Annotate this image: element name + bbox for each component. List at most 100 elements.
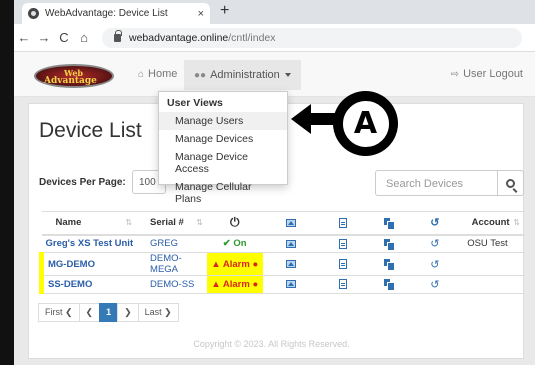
- col-header-history: ↺: [412, 211, 458, 236]
- document-icon: [338, 217, 347, 228]
- nav-admin-label: Administration: [210, 69, 280, 81]
- browser-tab[interactable]: WebAdvantage: Device List ×: [22, 3, 210, 24]
- pager-last-button[interactable]: Last ❯: [137, 303, 179, 322]
- history-icon: ↺: [430, 258, 440, 271]
- col-header-document: [320, 211, 366, 236]
- search-icon: [506, 178, 515, 188]
- document-icon: [338, 258, 347, 269]
- search-button[interactable]: [497, 170, 524, 196]
- logo-text-line2: Advantage: [44, 76, 97, 86]
- copy-icon: [384, 238, 396, 251]
- url-field[interactable]: webadvantage.online/cntl/index: [102, 28, 522, 48]
- logout-icon: ⇨: [450, 68, 460, 80]
- col-header-name-label: Name: [55, 217, 82, 229]
- history-cell[interactable]: ↺: [412, 275, 458, 294]
- nav-home-label: Home: [148, 68, 178, 80]
- url-host: webadvantage.online: [129, 32, 229, 44]
- history-cell[interactable]: ↺: [412, 252, 458, 276]
- tab-close-icon[interactable]: ×: [198, 8, 204, 20]
- pager-prev-button[interactable]: ❮: [78, 303, 101, 322]
- copy-icon: [384, 258, 396, 271]
- reload-icon[interactable]: C: [54, 30, 74, 45]
- browser-tab-title: WebAdvantage: Device List: [45, 8, 168, 19]
- col-header-copy: [365, 211, 413, 236]
- webadvantage-logo[interactable]: Web Advantage: [34, 64, 114, 88]
- image-icon: [286, 218, 297, 227]
- chrome-favicon-icon: [28, 8, 39, 19]
- account-cell: [457, 252, 524, 276]
- device-name-link[interactable]: Greg's XS Test Unit: [41, 234, 137, 253]
- col-header-account[interactable]: Account ⇅: [457, 211, 524, 236]
- new-tab-icon[interactable]: +: [220, 2, 229, 20]
- url-path: /cntl/index: [228, 32, 276, 44]
- device-table: Name ⇅ Serial # ⇅ ⏻ ↺ Account ⇅ Greg's XS T…: [39, 211, 524, 294]
- copy-icon: [384, 217, 396, 230]
- footer-copyright: Copyright © 2023. All Rights Reserved.: [193, 339, 350, 349]
- device-serial-link[interactable]: GREG: [136, 234, 207, 253]
- dropdown-header: User Views: [167, 97, 223, 109]
- screenshot-frame: WebAdvantage: Device List × + ← → C ⌂ we…: [0, 0, 543, 365]
- back-arrow-icon[interactable]: ←: [14, 30, 34, 45]
- image-cell[interactable]: [262, 234, 321, 253]
- users-icon: ●●: [194, 69, 207, 81]
- device-serial-link[interactable]: DEMO-SS: [136, 275, 207, 294]
- copy-cell[interactable]: [365, 275, 413, 294]
- nav-home-link[interactable]: ⌂ Home: [138, 68, 177, 80]
- menu-item-manage-users[interactable]: Manage Users: [159, 112, 287, 130]
- pager-first-button[interactable]: First ❮: [38, 303, 80, 322]
- per-page-label: Devices Per Page:: [39, 177, 126, 188]
- col-header-serial[interactable]: Serial # ⇅: [136, 211, 207, 236]
- home-icon[interactable]: ⌂: [74, 30, 94, 45]
- device-name-link[interactable]: MG-DEMO: [39, 252, 137, 276]
- account-cell: OSU Test: [457, 234, 524, 253]
- menu-item-manage-devices[interactable]: Manage Devices: [159, 130, 287, 148]
- copy-cell[interactable]: [365, 252, 413, 276]
- device-name-link[interactable]: SS-DEMO: [39, 275, 137, 294]
- sort-icon: ⇅: [196, 218, 203, 227]
- status-alarm-badge: ▲ Alarm ●: [206, 275, 263, 294]
- image-cell[interactable]: [262, 252, 321, 276]
- col-header-serial-label: Serial #: [150, 217, 184, 229]
- pager-page-1-button[interactable]: 1: [99, 303, 119, 322]
- annotation-label: A: [339, 97, 392, 150]
- right-border: [535, 0, 543, 365]
- search-input[interactable]: Search Devices: [375, 170, 498, 196]
- lock-icon: [114, 30, 122, 42]
- administration-dropdown-menu: User Views Manage Users Manage Devices M…: [158, 91, 288, 205]
- col-header-power: ⏻: [206, 211, 263, 236]
- home-icon: ⌂: [138, 68, 145, 80]
- left-border: [0, 0, 14, 365]
- menu-item-manage-cellular-plans[interactable]: Manage Cellular Plans: [159, 178, 287, 208]
- document-cell[interactable]: [320, 275, 366, 294]
- table-row: Greg's XS Test Unit GREG ✔ On ↺ OSU Test: [41, 234, 524, 253]
- pager-next-button[interactable]: ❯: [117, 303, 139, 322]
- annotation-callout: A: [333, 91, 398, 156]
- pagination: First ❮ ❮ 1 ❯ Last ❯: [38, 303, 179, 322]
- forward-arrow-icon[interactable]: →: [34, 30, 54, 45]
- image-icon: [286, 259, 297, 268]
- address-bar: ← → C ⌂ webadvantage.online/cntl/index: [14, 24, 535, 52]
- col-header-name[interactable]: Name ⇅: [41, 211, 137, 236]
- table-header-row: Name ⇅ Serial # ⇅ ⏻ ↺ Account ⇅: [41, 211, 524, 236]
- copy-icon: [384, 279, 396, 292]
- table-row: MG-DEMO DEMO-MEGA ▲ Alarm ● ↺: [39, 252, 524, 276]
- browser-tab-strip: WebAdvantage: Device List × +: [14, 0, 535, 24]
- image-cell[interactable]: [262, 275, 321, 294]
- history-cell[interactable]: ↺: [412, 234, 458, 253]
- nav-logout-link[interactable]: ⇨ User Logout: [451, 68, 523, 80]
- power-icon: ⏻: [229, 215, 240, 230]
- menu-item-manage-device-access[interactable]: Manage Device Access: [159, 148, 287, 178]
- status-alarm-badge: ▲ Alarm ●: [206, 252, 263, 276]
- col-header-image: [262, 211, 321, 236]
- history-icon: ↺: [430, 217, 440, 230]
- caret-down-icon: [284, 73, 291, 77]
- sort-icon: ⇅: [125, 218, 133, 227]
- sort-icon: ⇅: [513, 218, 520, 227]
- document-cell[interactable]: [320, 234, 366, 253]
- device-serial-link[interactable]: DEMO-MEGA: [136, 252, 207, 276]
- image-icon: [286, 239, 297, 248]
- nav-administration-dropdown[interactable]: ●● Administration: [184, 60, 301, 90]
- image-icon: [286, 280, 297, 289]
- copy-cell[interactable]: [365, 234, 413, 253]
- document-cell[interactable]: [320, 252, 366, 276]
